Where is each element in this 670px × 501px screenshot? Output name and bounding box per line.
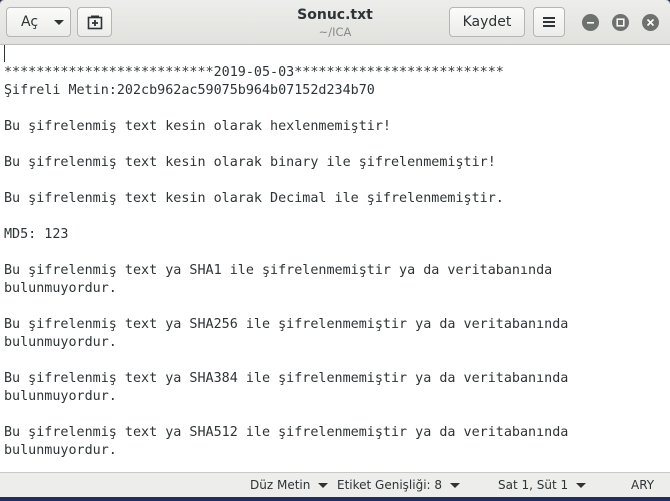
editor-line: Şifreli Metin:202cb962ac59075b964b07152d… (4, 83, 375, 98)
editor-line: Bu şifrelenmiş text kesin olarak binary … (4, 155, 496, 170)
chevron-down-icon (54, 19, 64, 25)
tab-width-label: Etiket Genişliği: 8 (337, 478, 443, 492)
menu-button[interactable] (533, 7, 565, 37)
close-icon (646, 18, 655, 27)
chevron-down-icon (576, 482, 587, 488)
editor-line: Bu şifrelenmiş text ya SHA512 ile şifrel… (4, 425, 569, 440)
language-label: Düz Metin (250, 478, 311, 492)
editor-line: bulunmuyordur. (4, 443, 117, 458)
maximize-button[interactable] (612, 14, 629, 31)
editor-line: MD5: 123 (4, 227, 69, 242)
minimize-icon (587, 22, 594, 24)
editor-line: **************************2019-05-03****… (4, 65, 504, 80)
chevron-down-icon (318, 482, 329, 488)
window-subtitle: ~/ICA (318, 25, 352, 39)
editor-line: Bu şifrelenmiş text kesin olarak hexlenm… (4, 119, 391, 134)
cursor-position-selector[interactable]: Sat 1, Süt 1 (498, 478, 587, 492)
editor-line: Bu şifrelenmiş text kesin olarak Decimal… (4, 191, 504, 206)
editor-line: bulunmuyordur. (4, 281, 117, 296)
save-button[interactable]: Kaydet (449, 7, 525, 37)
text-cursor (4, 45, 5, 62)
insert-mode-label: ARY (631, 478, 655, 492)
window-title: Sonuc.txt (297, 7, 373, 23)
desktop-background (0, 497, 670, 501)
maximize-icon (616, 18, 625, 27)
editor-line: Bu şifrelenmiş text ya SHA256 ile şifrel… (4, 317, 569, 332)
editor-line: bulunmuyordur. (4, 389, 117, 404)
open-button[interactable]: Aç (6, 7, 71, 37)
language-selector[interactable]: Düz Metin (250, 478, 329, 492)
editor-line: Bu şifrelenmiş text ya SHA384 ile şifrel… (4, 371, 569, 386)
chevron-down-icon (450, 482, 461, 488)
editor-line: Bu şifrelenmiş text ya SHA1 ile şifrelen… (4, 263, 553, 278)
tab-width-selector[interactable]: Etiket Genişliği: 8 (337, 478, 461, 492)
header-bar: Aç Sonuc.txt ~/ICA Kaydet (0, 0, 670, 45)
new-tab-button[interactable] (77, 7, 112, 37)
new-tab-icon (87, 15, 102, 30)
window-title-block: Sonuc.txt ~/ICA (250, 6, 420, 40)
minimize-button[interactable] (582, 14, 599, 31)
close-button[interactable] (642, 14, 659, 31)
status-bar: Düz Metin Etiket Genişliği: 8 Sat 1, Süt… (0, 472, 670, 497)
open-button-label: Aç (21, 14, 39, 30)
editor-line: bulunmuyordur. (4, 335, 117, 350)
hamburger-menu-icon (543, 17, 555, 27)
cursor-position-label: Sat 1, Süt 1 (498, 478, 569, 492)
gedit-window: Aç Sonuc.txt ~/ICA Kaydet **************… (0, 0, 670, 497)
insert-mode-indicator: ARY (631, 478, 654, 492)
text-editor-area[interactable]: **************************2019-05-03****… (0, 45, 670, 472)
